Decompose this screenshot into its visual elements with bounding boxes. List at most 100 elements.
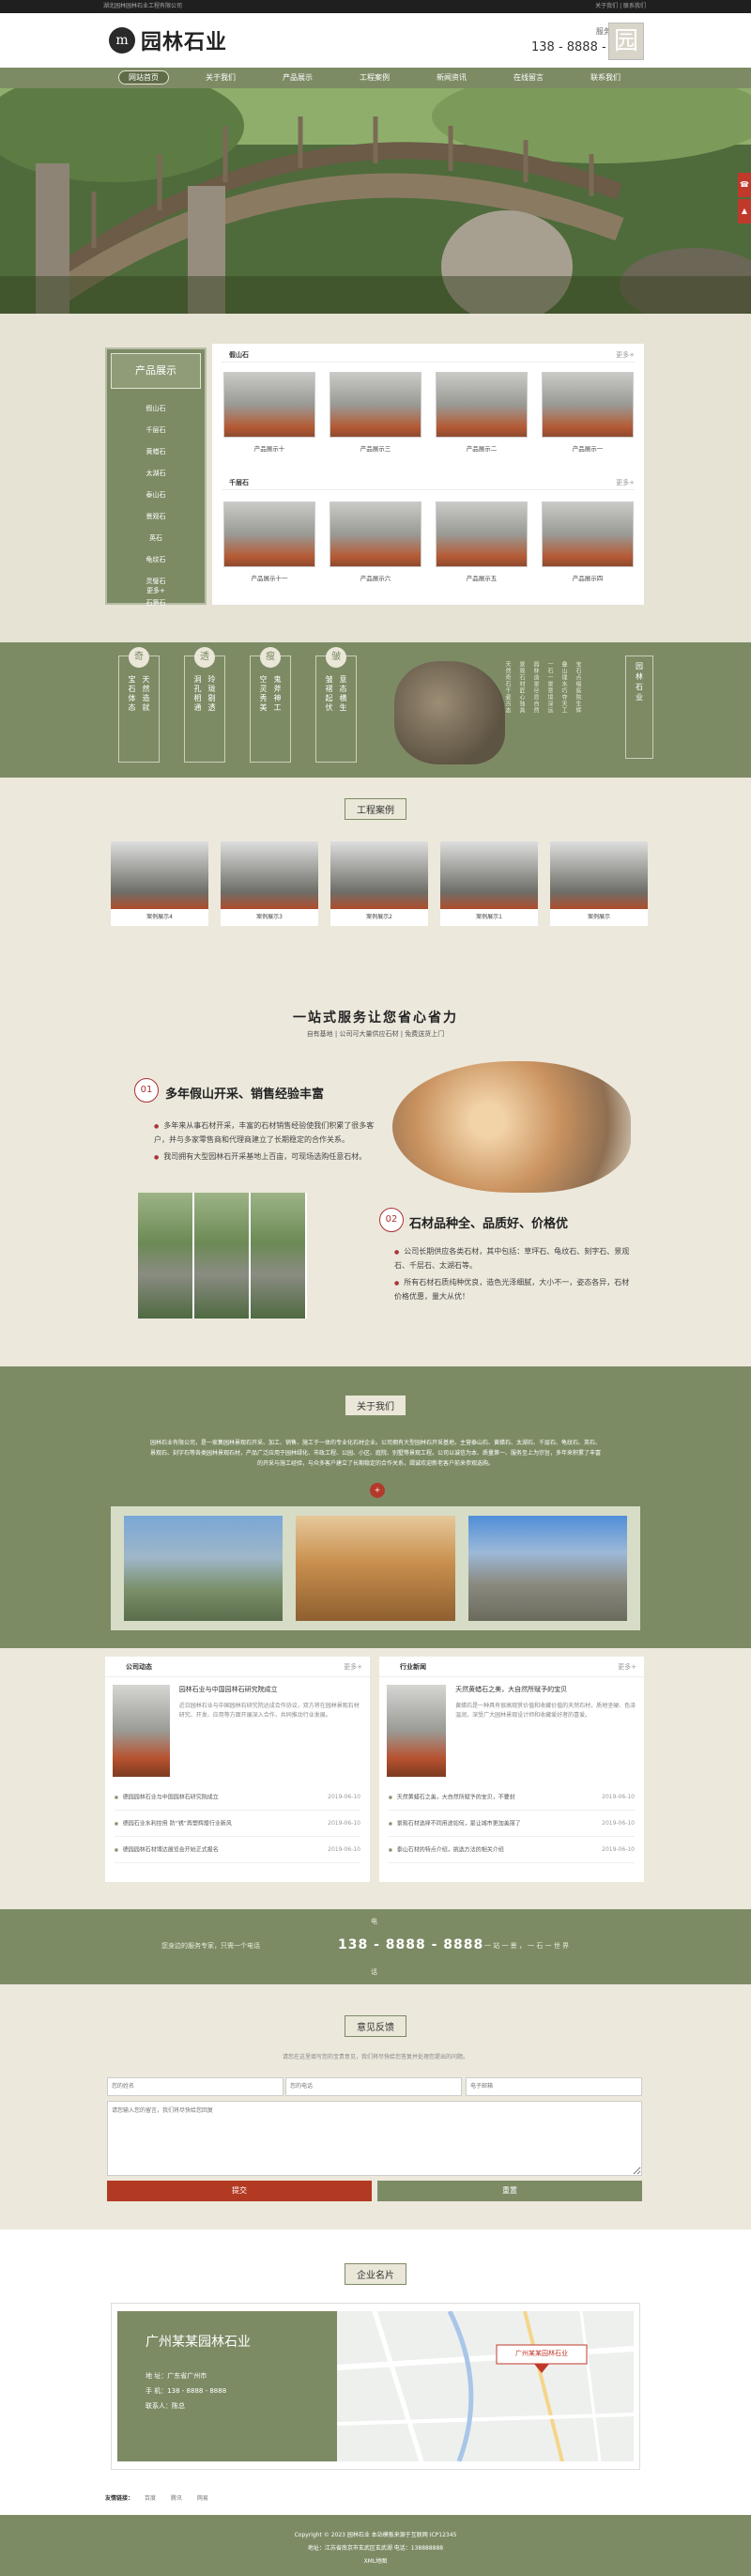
- case-card[interactable]: 案例展示4: [111, 841, 208, 926]
- news-featured[interactable]: 天然黄蜡石之美，大自然所赋予的宝贝 黄蜡石是一种具有很高观赏价值和收藏价值的天然…: [379, 1677, 644, 1784]
- friend-link[interactable]: 网易: [197, 2495, 208, 2502]
- news-panel-company: 公司动态 更多+ 园林石业与中国园林石研究院成立 近日园林石业与中国园林石研究院达…: [105, 1657, 370, 1882]
- reset-button[interactable]: 重置: [377, 2181, 642, 2201]
- phone-field[interactable]: [285, 2077, 462, 2096]
- case-image: [330, 841, 428, 909]
- product-card[interactable]: 产品展示四: [542, 501, 634, 582]
- sidebar-item-category[interactable]: 黄蜡石: [107, 441, 205, 463]
- side-float-top[interactable]: ▲: [738, 199, 751, 224]
- feedback-intro: 请您在这里填写您的宝贵意见，我们将尽快给您答复并处理您提出的问题。: [282, 2054, 468, 2060]
- advantage-point: 我司拥有大型园林石开采基地上百亩，可现场选购任意石材。: [154, 1150, 389, 1165]
- nav-item-home[interactable]: 网站首页: [105, 68, 182, 88]
- product-card[interactable]: 产品展示十: [223, 372, 315, 453]
- news-item[interactable]: 德园园林石业与中国园林石研究院成立2019-06-10: [115, 1784, 360, 1811]
- news-panel-title: 公司动态: [126, 1663, 152, 1671]
- footer-sitemap-link[interactable]: XML地图: [0, 2556, 751, 2565]
- hotline-motto: 一 站 一 景 ， 一 石 一 世 界: [484, 1942, 570, 1950]
- news-item[interactable]: 景观石材选择不同用途如何，是让城市更加美丽了2019-06-10: [389, 1811, 635, 1837]
- product-card[interactable]: 产品展示三: [330, 372, 421, 453]
- advantage-points: 多年来从事石材开采，丰富的石材销售经验使我们积累了很多客户，并与多家零售商和代理…: [154, 1119, 389, 1165]
- case-card[interactable]: 案例展示1: [440, 841, 538, 926]
- site-name: 园林石业: [141, 30, 228, 54]
- business-card-title: 企业名片: [0, 2263, 751, 2285]
- product-card[interactable]: 产品展示十一: [223, 501, 315, 582]
- friend-link[interactable]: 百度: [145, 2495, 156, 2502]
- submit-button[interactable]: 提交: [107, 2181, 372, 2201]
- case-image: [221, 841, 318, 909]
- message-field[interactable]: [107, 2101, 642, 2176]
- product-caption: 产品展示六: [360, 575, 391, 582]
- sidebar-item-category[interactable]: 太湖石: [107, 463, 205, 485]
- sidebar-item-category[interactable]: 假山石: [107, 398, 205, 420]
- email-field[interactable]: [466, 2077, 642, 2096]
- case-card[interactable]: 案例展示2: [330, 841, 428, 926]
- nav-item-message[interactable]: 在线留言: [490, 68, 567, 88]
- advantage-point: 公司长期供应各类石材，其中包括：草坪石、龟纹石、刻字石、景观石、千层石、太湖石等…: [394, 1245, 636, 1273]
- product-card[interactable]: 产品展示二: [436, 372, 528, 453]
- case-caption: 案例展示3: [256, 914, 283, 920]
- site-logo[interactable]: m 园林石业: [109, 25, 227, 55]
- product-caption: 产品展示十一: [251, 575, 288, 582]
- advantage-point: 所有石材石质纯种优良，造色光泽细腻，大小不一，姿态各异，石材价格优惠，量大从优！: [394, 1276, 636, 1303]
- case-caption: 案例展示: [587, 914, 610, 920]
- side-float-qq[interactable]: ☎: [738, 173, 751, 197]
- nav-item-products[interactable]: 产品展示: [259, 68, 336, 88]
- footer-address: 地址：江苏省南京市玄武区玄武湖 电话：138888888: [307, 2545, 444, 2552]
- garden-photo-strip: [138, 1193, 307, 1319]
- product-sidebar-title: 产品展示: [111, 353, 201, 389]
- feature-card: 皱 皱褶起伏 意态横生: [315, 647, 357, 763]
- news-item[interactable]: 泰山石材的特点介绍，挑选方法的相关介绍2019-06-10: [389, 1837, 635, 1863]
- sidebar-item-category[interactable]: 龟纹石: [107, 549, 205, 571]
- about-more-button[interactable]: +: [370, 1483, 385, 1498]
- product-card[interactable]: 产品展示五: [436, 501, 528, 582]
- friend-link[interactable]: 腾讯: [171, 2495, 182, 2502]
- product-card[interactable]: 产品展示六: [330, 501, 421, 582]
- sidebar-item-category[interactable]: 石笋石: [107, 593, 205, 614]
- sidebar-more-link[interactable]: 更多+: [107, 586, 205, 595]
- advantage-number: 01: [134, 1078, 159, 1103]
- sidebar-item-category[interactable]: 景观石: [107, 506, 205, 528]
- sidebar-item-category[interactable]: 英石: [107, 528, 205, 549]
- product-card[interactable]: 产品展示一: [542, 372, 634, 453]
- nav-item-news[interactable]: 新闻资讯: [413, 68, 490, 88]
- poem-line: 园林造景尽显自然: [532, 661, 539, 714]
- name-field[interactable]: [107, 2077, 284, 2096]
- company-name: 广州某某园林石业: [146, 2335, 251, 2350]
- product-group-more[interactable]: 更多+: [616, 475, 635, 490]
- top-bar-links[interactable]: 关于我们 | 联系我们: [595, 0, 646, 13]
- news-item[interactable]: 德园石业水利控用 防“锈”再塑辉煌行业新风2019-06-10: [115, 1811, 360, 1837]
- poem-line: 宝石点缀庭院生辉: [575, 661, 581, 714]
- case-card[interactable]: 案例展示: [550, 841, 648, 926]
- sidebar-item-category[interactable]: 泰山石: [107, 485, 205, 506]
- nav-item-about[interactable]: 关于我们: [182, 68, 259, 88]
- case-caption: 案例展示4: [146, 914, 173, 920]
- news-featured-desc: 近日园林石业与中国园林石研究院达成合作协议，双方将在园林景观石材研究、开发、应用…: [178, 1703, 360, 1719]
- hotline-slogan: 您身边的服务专家，只需一个电话: [161, 1942, 260, 1950]
- scholar-rock-image: [394, 661, 505, 764]
- news-item[interactable]: 德园园林石材博达展览会开始正式报名2019-06-10: [115, 1837, 360, 1863]
- map-graphic: [337, 2311, 634, 2461]
- feature-line: 宝石体态: [128, 675, 136, 713]
- advantage-title: 石材品种全、品质好、价格优: [409, 1217, 569, 1231]
- case-card[interactable]: 案例展示3: [221, 841, 318, 926]
- product-group-more[interactable]: 更多+: [616, 347, 635, 362]
- news-item[interactable]: 天然黄蜡石之美，大自然所赋予的宝贝，不要封2019-06-10: [389, 1784, 635, 1811]
- nav-item-cases[interactable]: 工程案例: [336, 68, 413, 88]
- poem-line: 天然奇石千姿百态: [504, 661, 511, 714]
- product-image: [223, 372, 315, 438]
- feature-line: 皱褶起伏: [325, 675, 333, 713]
- news-featured[interactable]: 园林石业与中国园林石研究院成立 近日园林石业与中国园林石研究院达成合作协议，双方…: [105, 1677, 370, 1784]
- case-image: [550, 841, 648, 909]
- product-grid: 假山石 更多+ 产品展示十 产品展示三 产品展示二 产品展示一 千层石 更多+ …: [212, 344, 644, 605]
- hotline-char-bottom: 话: [371, 1968, 377, 1976]
- news-more-link[interactable]: 更多+: [344, 1657, 362, 1677]
- friend-links-label: 友情链接：: [105, 2495, 134, 2502]
- sidebar-item-category[interactable]: 千层石: [107, 420, 205, 441]
- product-image: [330, 372, 421, 438]
- advantage-points: 公司长期供应各类石材，其中包括：草坪石、龟纹石、刻字石、景观石、千层石、太湖石等…: [394, 1245, 636, 1303]
- poem-title: 园林石业: [635, 662, 644, 703]
- main-nav: 网站首页 关于我们 产品展示 工程案例 新闻资讯 在线留言 联系我们: [0, 68, 751, 88]
- news-more-link[interactable]: 更多+: [618, 1657, 636, 1677]
- location-map[interactable]: 广州某某园林石业: [337, 2311, 634, 2461]
- nav-item-contact[interactable]: 联系我们: [567, 68, 644, 88]
